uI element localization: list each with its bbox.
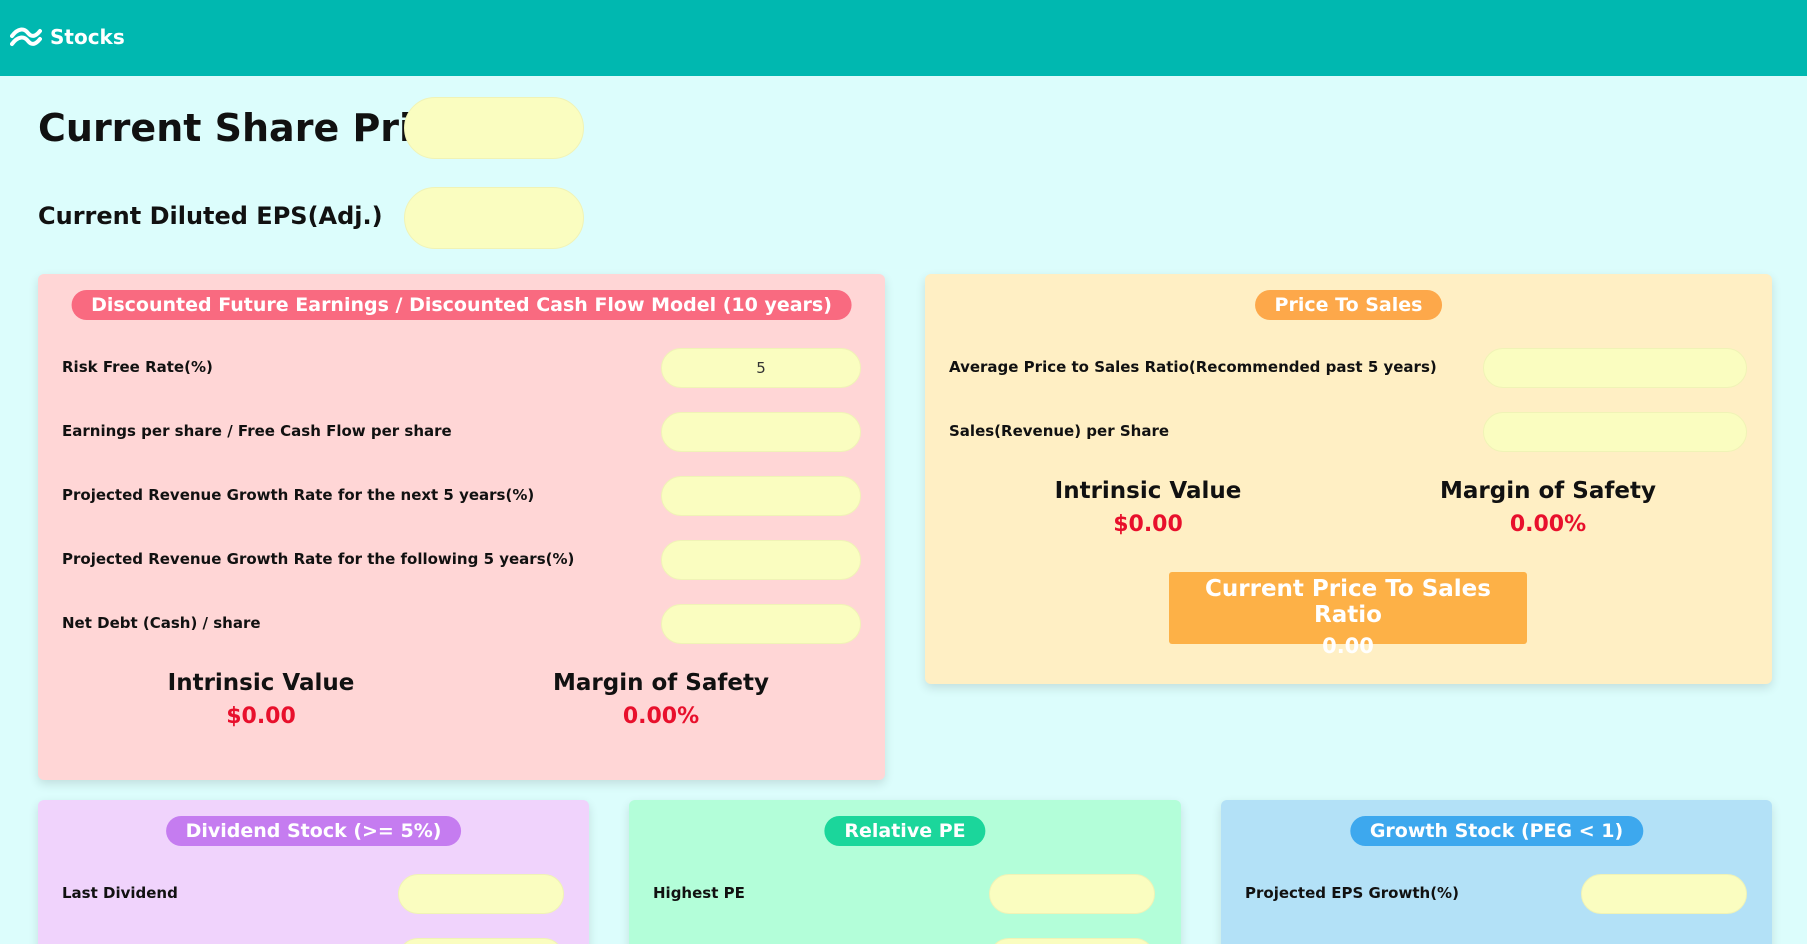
- ps-margin-of-safety-block: Margin of Safety 0.00%: [1398, 478, 1698, 537]
- dividend-stock-card: Dividend Stock (>= 5%) Last Dividend: [38, 800, 589, 944]
- net-debt-label: Net Debt (Cash) / share: [62, 614, 261, 632]
- sales-per-share-input[interactable]: [1483, 412, 1747, 452]
- last-dividend-label: Last Dividend: [62, 884, 178, 902]
- current-ps-ratio-box: Current Price To Sales Ratio 0.00: [1169, 572, 1527, 658]
- highest-pe-label: Highest PE: [653, 884, 745, 902]
- current-eps-label: Current Diluted EPS(Adj.): [38, 202, 383, 230]
- eps-fcf-input[interactable]: [661, 412, 861, 452]
- dcf-intrinsic-value-block: Intrinsic Value $0.00: [111, 670, 411, 729]
- eps-fcf-label: Earnings per share / Free Cash Flow per …: [62, 422, 452, 440]
- highest-pe-input[interactable]: [989, 874, 1155, 914]
- ps-intrinsic-value-block: Intrinsic Value $0.00: [998, 478, 1298, 537]
- ps-margin-of-safety-value: 0.00%: [1509, 512, 1587, 537]
- growth-following-5-input[interactable]: [661, 540, 861, 580]
- dcf-title-badge: Discounted Future Earnings / Discounted …: [71, 290, 852, 320]
- dcf-intrinsic-value: $0.00: [226, 704, 296, 729]
- ps-intrinsic-value: $0.00: [1113, 512, 1183, 537]
- sales-per-share-label: Sales(Revenue) per Share: [949, 422, 1170, 440]
- net-debt-input[interactable]: [661, 604, 861, 644]
- current-eps-input[interactable]: [404, 187, 584, 249]
- growth-title-badge: Growth Stock (PEG < 1): [1349, 816, 1644, 846]
- price-to-sales-card: Price To Sales Average Price to Sales Ra…: [925, 274, 1772, 684]
- current-share-price-input[interactable]: [404, 97, 584, 159]
- projected-eps-growth-label: Projected EPS Growth(%): [1245, 884, 1459, 902]
- growth-next-5-input[interactable]: [661, 476, 861, 516]
- top-navbar: Stocks: [0, 0, 1807, 76]
- last-dividend-input[interactable]: [398, 874, 564, 914]
- relative-pe-second-input[interactable]: [989, 938, 1155, 944]
- relative-pe-title-badge: Relative PE: [824, 816, 986, 846]
- price-to-sales-title-badge: Price To Sales: [1254, 290, 1443, 320]
- current-ps-ratio-value: 0.00: [1322, 634, 1374, 658]
- current-share-price-label: Current Share Price: [38, 106, 461, 150]
- relative-pe-card: Relative PE Highest PE: [629, 800, 1181, 944]
- dcf-margin-of-safety-block: Margin of Safety 0.00%: [511, 670, 811, 729]
- dividend-title-badge: Dividend Stock (>= 5%): [165, 816, 462, 846]
- growth-following-5-label: Projected Revenue Growth Rate for the fo…: [62, 550, 575, 568]
- brand-title: Stocks: [50, 25, 125, 49]
- avg-ps-ratio-label: Average Price to Sales Ratio(Recommended…: [949, 358, 1437, 376]
- wave-logo-icon: [10, 27, 42, 46]
- ps-margin-of-safety-title: Margin of Safety: [1440, 478, 1656, 504]
- dcf-margin-of-safety-value: 0.00%: [622, 704, 700, 729]
- risk-free-rate-input[interactable]: [661, 348, 861, 388]
- avg-ps-ratio-input[interactable]: [1483, 348, 1747, 388]
- growth-stock-card: Growth Stock (PEG < 1) Projected EPS Gro…: [1221, 800, 1772, 944]
- dcf-model-card: Discounted Future Earnings / Discounted …: [38, 274, 885, 780]
- risk-free-rate-label: Risk Free Rate(%): [62, 358, 213, 376]
- growth-next-5-label: Projected Revenue Growth Rate for the ne…: [62, 486, 535, 504]
- current-ps-ratio-title: Current Price To Sales Ratio: [1205, 576, 1491, 628]
- projected-eps-growth-input[interactable]: [1581, 874, 1747, 914]
- ps-intrinsic-value-title: Intrinsic Value: [1054, 478, 1242, 504]
- dividend-second-input[interactable]: [398, 938, 564, 944]
- dcf-intrinsic-value-title: Intrinsic Value: [167, 670, 355, 696]
- dcf-margin-of-safety-title: Margin of Safety: [553, 670, 769, 696]
- brand-link[interactable]: Stocks: [10, 22, 125, 52]
